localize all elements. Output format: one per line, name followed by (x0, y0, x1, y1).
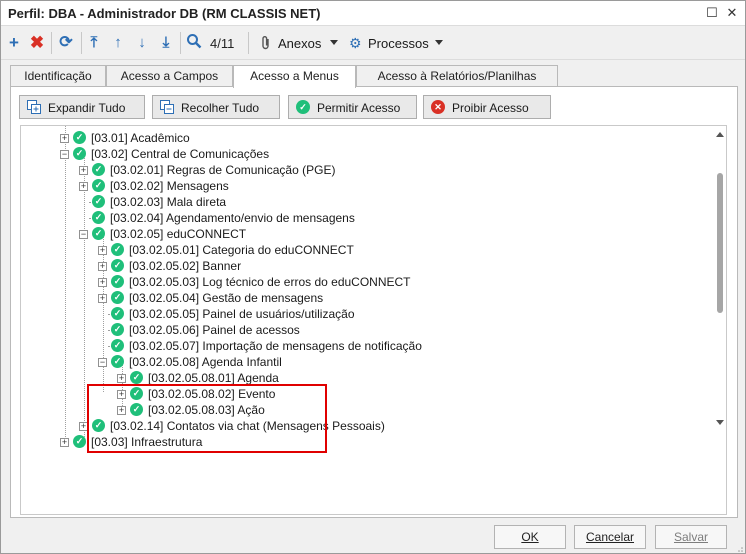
menu-tree[interactable]: + ✓ [03.01] Acadêmico − ✓ [03.02] Central de… (20, 125, 727, 515)
last-record-icon[interactable]: ⤓ (156, 33, 176, 53)
toolbar-separator (81, 32, 82, 54)
ok-button[interactable]: OK (494, 525, 566, 549)
toolbar-separator (248, 32, 249, 54)
resize-grip-icon[interactable] (735, 544, 743, 554)
scroll-up-icon[interactable] (716, 132, 724, 137)
check-circle-icon: ✓ (92, 195, 105, 208)
expand-icon[interactable]: + (60, 438, 69, 447)
expand-icon[interactable]: + (98, 294, 107, 303)
chevron-down-icon (330, 40, 338, 45)
deny-access-button[interactable]: ✕ Proibir Acesso (423, 95, 551, 119)
check-circle-icon: ✓ (111, 323, 124, 336)
attachments-label: Anexos (278, 36, 322, 51)
menu-access-panel: Expandir Tudo Recolher Tudo ✓ Permitir A… (10, 86, 738, 518)
tab-acesso-relatorios[interactable]: Acesso à Relatórios/Planilhas (356, 65, 558, 87)
expand-icon[interactable]: + (98, 246, 107, 255)
check-circle-icon: ✓ (92, 211, 105, 224)
collapse-all-icon (160, 100, 174, 114)
expand-all-label: Expandir Tudo (48, 101, 126, 115)
maximize-icon[interactable]: ☐ (704, 5, 720, 21)
processes-menu[interactable]: ⚙ Processos (349, 34, 445, 54)
collapse-icon[interactable]: − (98, 358, 107, 367)
record-counter: 4/11 (210, 36, 235, 51)
allow-access-label: Permitir Acesso (317, 101, 401, 115)
check-circle-icon: ✓ (111, 243, 124, 256)
check-circle-icon: ✓ (111, 339, 124, 352)
tab-acesso-campos[interactable]: Acesso a Campos (106, 65, 233, 87)
expand-icon[interactable]: + (98, 262, 107, 271)
save-label: Salvar (673, 530, 708, 544)
attachments-menu[interactable]: Anexos (260, 34, 340, 54)
window-title: Perfil: DBA - Administrador DB (RM CLASS… (8, 6, 321, 21)
expand-all-icon (27, 100, 41, 114)
tree-connector (84, 155, 85, 439)
add-icon[interactable]: + (4, 33, 24, 53)
forbidden-circle-icon: ✕ (431, 100, 445, 114)
next-record-icon[interactable]: ↓ (132, 33, 152, 53)
expand-icon[interactable]: + (60, 134, 69, 143)
save-button[interactable]: Salvar (655, 525, 727, 549)
toolbar: + ✖ ⟳ ⤒ ↑ ↓ ⤓ 4/11 Anexos ⚙ Processos (1, 27, 745, 60)
check-circle-icon: ✓ (92, 163, 105, 176)
check-circle-icon: ✓ (111, 291, 124, 304)
check-circle-icon: ✓ (296, 100, 310, 114)
expand-icon[interactable]: + (98, 278, 107, 287)
cancel-label: Cancelar (585, 530, 635, 544)
paperclip-icon (260, 35, 272, 54)
search-icon[interactable] (184, 33, 204, 53)
collapse-all-label: Recolher Tudo (181, 101, 260, 115)
delete-icon[interactable]: ✖ (27, 33, 47, 53)
scroll-down-icon[interactable] (716, 420, 724, 425)
expand-icon[interactable]: + (117, 374, 126, 383)
chevron-down-icon (435, 40, 443, 45)
check-circle-icon: ✓ (92, 179, 105, 192)
tree-scrollbar[interactable] (714, 130, 726, 428)
deny-access-label: Proibir Acesso (452, 101, 529, 115)
collapse-icon[interactable]: − (60, 150, 69, 159)
check-circle-icon: ✓ (111, 275, 124, 288)
cancel-button[interactable]: Cancelar (574, 525, 646, 549)
check-circle-icon: ✓ (111, 307, 124, 320)
tree-connector (103, 235, 104, 392)
processes-label: Processos (368, 36, 429, 51)
tab-acesso-menus[interactable]: Acesso a Menus (233, 65, 356, 88)
tab-identificacao[interactable]: Identificação (10, 65, 106, 87)
check-circle-icon: ✓ (73, 435, 86, 448)
check-circle-icon: ✓ (111, 355, 124, 368)
tree-connector (65, 126, 66, 439)
gear-icon: ⚙ (349, 35, 362, 51)
previous-record-icon[interactable]: ↑ (108, 33, 128, 53)
allow-access-button[interactable]: ✓ Permitir Acesso (288, 95, 417, 119)
expand-icon[interactable]: + (79, 166, 88, 175)
check-circle-icon: ✓ (73, 131, 86, 144)
first-record-icon[interactable]: ⤒ (84, 33, 104, 53)
profile-window: Perfil: DBA - Administrador DB (RM CLASS… (0, 0, 746, 554)
close-icon[interactable]: ✕ (724, 5, 740, 21)
title-bar: Perfil: DBA - Administrador DB (RM CLASS… (1, 1, 745, 26)
collapse-all-button[interactable]: Recolher Tudo (152, 95, 280, 119)
refresh-icon[interactable]: ⟳ (56, 33, 76, 53)
check-circle-icon: ✓ (111, 259, 124, 272)
check-circle-icon: ✓ (130, 371, 143, 384)
highlight-box (87, 384, 327, 453)
expand-icon[interactable]: + (79, 182, 88, 191)
ok-label: OK (521, 530, 539, 544)
toolbar-separator (51, 32, 52, 54)
expand-all-button[interactable]: Expandir Tudo (19, 95, 145, 119)
scroll-thumb[interactable] (717, 173, 723, 313)
check-circle-icon: ✓ (73, 147, 86, 160)
toolbar-separator (180, 32, 181, 54)
check-circle-icon: ✓ (92, 227, 105, 240)
collapse-icon[interactable]: − (79, 230, 88, 239)
